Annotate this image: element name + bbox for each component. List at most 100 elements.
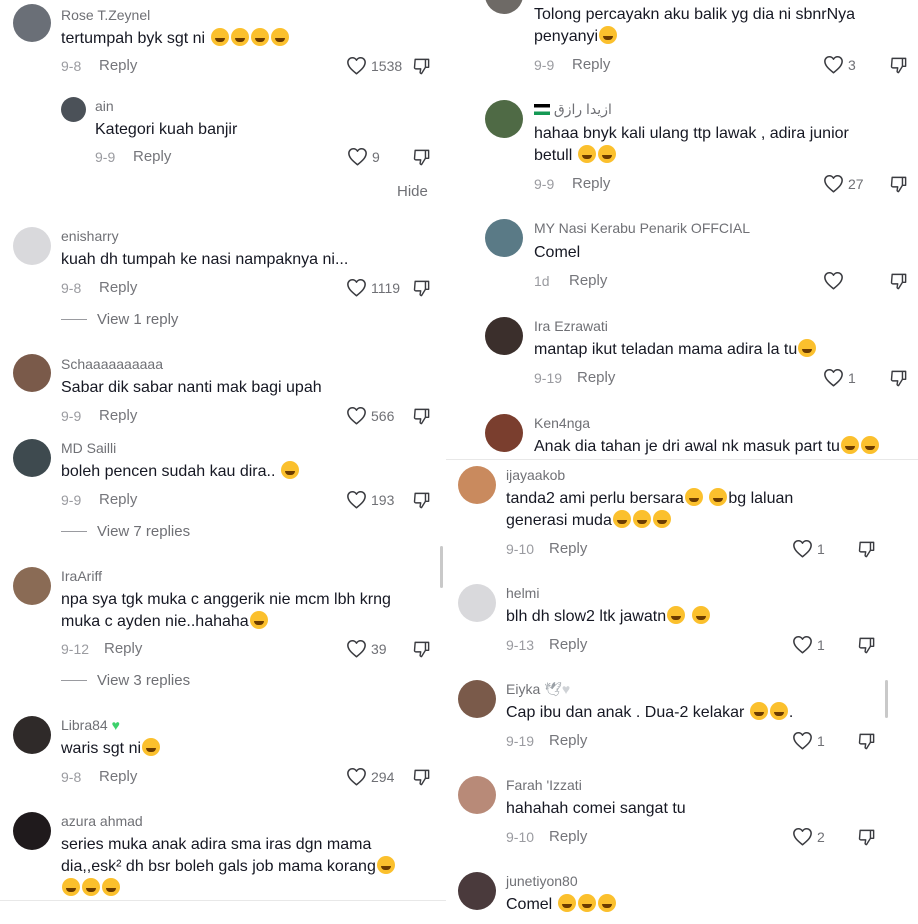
laugh-emoji-icon (597, 894, 616, 912)
avatar[interactable] (458, 680, 496, 718)
dislike-icon[interactable] (412, 57, 431, 76)
comment-username[interactable]: Farah 'Izzati (506, 777, 582, 793)
view-replies-button[interactable]: View 7 replies (61, 523, 190, 540)
like-button[interactable]: 1 (792, 635, 825, 654)
reply-button[interactable]: Reply (99, 407, 137, 424)
comment-text: kuah dh tumpah ke nasi nampaknya ni... (61, 251, 349, 268)
comment-date: 9-12 (61, 641, 90, 657)
green-heart-icon: ♥ (111, 717, 120, 733)
avatar[interactable] (485, 317, 523, 355)
reply-button[interactable]: Reply (549, 540, 587, 557)
dislike-icon[interactable] (412, 407, 431, 426)
scrollbar[interactable] (885, 680, 888, 718)
view-replies-button[interactable]: View 1 reply (61, 311, 178, 328)
comment-username[interactable]: MD Sailli (61, 440, 116, 456)
avatar[interactable] (13, 439, 51, 477)
comment-text: Anak dia tahan je dri awal nk masuk part… (534, 436, 880, 458)
comment-username[interactable]: azura ahmad (61, 813, 143, 829)
avatar[interactable] (458, 466, 496, 504)
like-button[interactable]: 1538 (346, 56, 402, 75)
like-button[interactable]: 1119 (346, 278, 400, 297)
avatar[interactable] (13, 354, 51, 392)
avatar[interactable] (61, 97, 86, 122)
comment-username[interactable]: Eiyka 🕊♥ (506, 681, 570, 698)
comment-date: 9-13 (506, 637, 535, 653)
dislike-icon[interactable] (412, 148, 431, 167)
like-button[interactable]: 1 (792, 731, 825, 750)
avatar[interactable] (485, 219, 523, 257)
reply-button[interactable]: Reply (549, 732, 587, 749)
avatar[interactable] (485, 100, 523, 138)
thinking-emoji-icon (142, 738, 161, 756)
comment-text: tanda2 ami perlu bersara bg laluan genera… (506, 488, 794, 529)
comment-username[interactable]: Schaaaaaaaaaa (61, 356, 163, 372)
reply-button[interactable]: Reply (99, 491, 137, 508)
comment-text: npa sya tgk muka c anggerik nie mcm lbh … (61, 591, 391, 630)
reply-button[interactable]: Reply (133, 148, 171, 165)
avatar[interactable] (13, 716, 51, 754)
comment-username[interactable]: ain (95, 98, 114, 114)
dislike-icon[interactable] (889, 369, 908, 388)
reply-button[interactable]: Reply (572, 175, 610, 192)
avatar[interactable] (13, 812, 51, 850)
comment-username[interactable]: ijayaakob (506, 467, 565, 483)
dislike-icon[interactable] (889, 56, 908, 75)
scrollbar[interactable] (440, 546, 443, 588)
hide-replies-button[interactable]: Hide (397, 183, 428, 200)
avatar[interactable] (485, 414, 523, 452)
panel-divider (446, 459, 918, 460)
like-button[interactable]: 193 (346, 490, 394, 509)
like-button[interactable]: 1 (792, 539, 825, 558)
dislike-icon[interactable] (412, 768, 431, 787)
view-replies-button[interactable]: View 3 replies (61, 672, 190, 689)
comment-username[interactable]: enisharry (61, 228, 119, 244)
reply-button[interactable]: Reply (549, 636, 587, 653)
reply-button[interactable]: Reply (549, 828, 587, 845)
comment-username[interactable]: ازيدا رازق (534, 101, 612, 118)
dislike-icon[interactable] (857, 732, 876, 751)
reply-button[interactable]: Reply (577, 369, 615, 386)
dislike-icon[interactable] (857, 540, 876, 559)
avatar[interactable] (13, 567, 51, 605)
comment-username[interactable]: Libra84 ♥ (61, 717, 120, 733)
comment-username[interactable]: helmi (506, 585, 539, 601)
comment-username[interactable]: MY Nasi Kerabu Penarik OFFCIAL (534, 220, 750, 236)
avatar[interactable] (458, 584, 496, 622)
reply-button[interactable]: Reply (99, 279, 137, 296)
dislike-icon[interactable] (857, 636, 876, 655)
like-button[interactable]: 3 (823, 55, 856, 74)
reply-button[interactable]: Reply (569, 272, 607, 289)
like-button[interactable]: 2 (792, 827, 825, 846)
like-button[interactable]: 566 (346, 406, 394, 425)
like-button[interactable]: 39 (346, 639, 387, 658)
dislike-icon[interactable] (412, 640, 431, 659)
avatar[interactable] (458, 872, 496, 910)
dislike-icon[interactable] (412, 279, 431, 298)
reply-button[interactable]: Reply (572, 56, 610, 73)
right-top-comments-panel: Tolong percayakn aku balik yg dia ni sbn… (457, 0, 918, 462)
dislike-icon[interactable] (889, 272, 908, 291)
like-button[interactable] (823, 271, 848, 290)
dislike-icon[interactable] (412, 491, 431, 510)
comment-username[interactable]: IraAriff (61, 568, 102, 584)
like-button[interactable]: 294 (346, 767, 394, 786)
comment-username[interactable]: Ira Ezrawati (534, 318, 608, 334)
reply-button[interactable]: Reply (99, 57, 137, 74)
like-button[interactable]: 27 (823, 174, 864, 193)
like-button[interactable]: 9 (347, 147, 380, 166)
heart-icon (792, 635, 813, 654)
avatar[interactable] (13, 227, 51, 265)
avatar[interactable] (485, 0, 523, 14)
dislike-icon[interactable] (857, 828, 876, 847)
reply-button[interactable]: Reply (99, 768, 137, 785)
comment-username[interactable]: Ken4nga (534, 415, 590, 431)
avatar[interactable] (458, 776, 496, 814)
dislike-icon[interactable] (889, 175, 908, 194)
comment-date: 9-10 (506, 829, 535, 845)
like-button[interactable]: 1 (823, 368, 856, 387)
comment-username[interactable]: junetiyon80 (506, 873, 578, 889)
heart-icon (823, 368, 844, 387)
reply-button[interactable]: Reply (104, 640, 142, 657)
avatar[interactable] (13, 4, 51, 42)
comment-username[interactable]: Rose T.Zeynel (61, 7, 150, 23)
